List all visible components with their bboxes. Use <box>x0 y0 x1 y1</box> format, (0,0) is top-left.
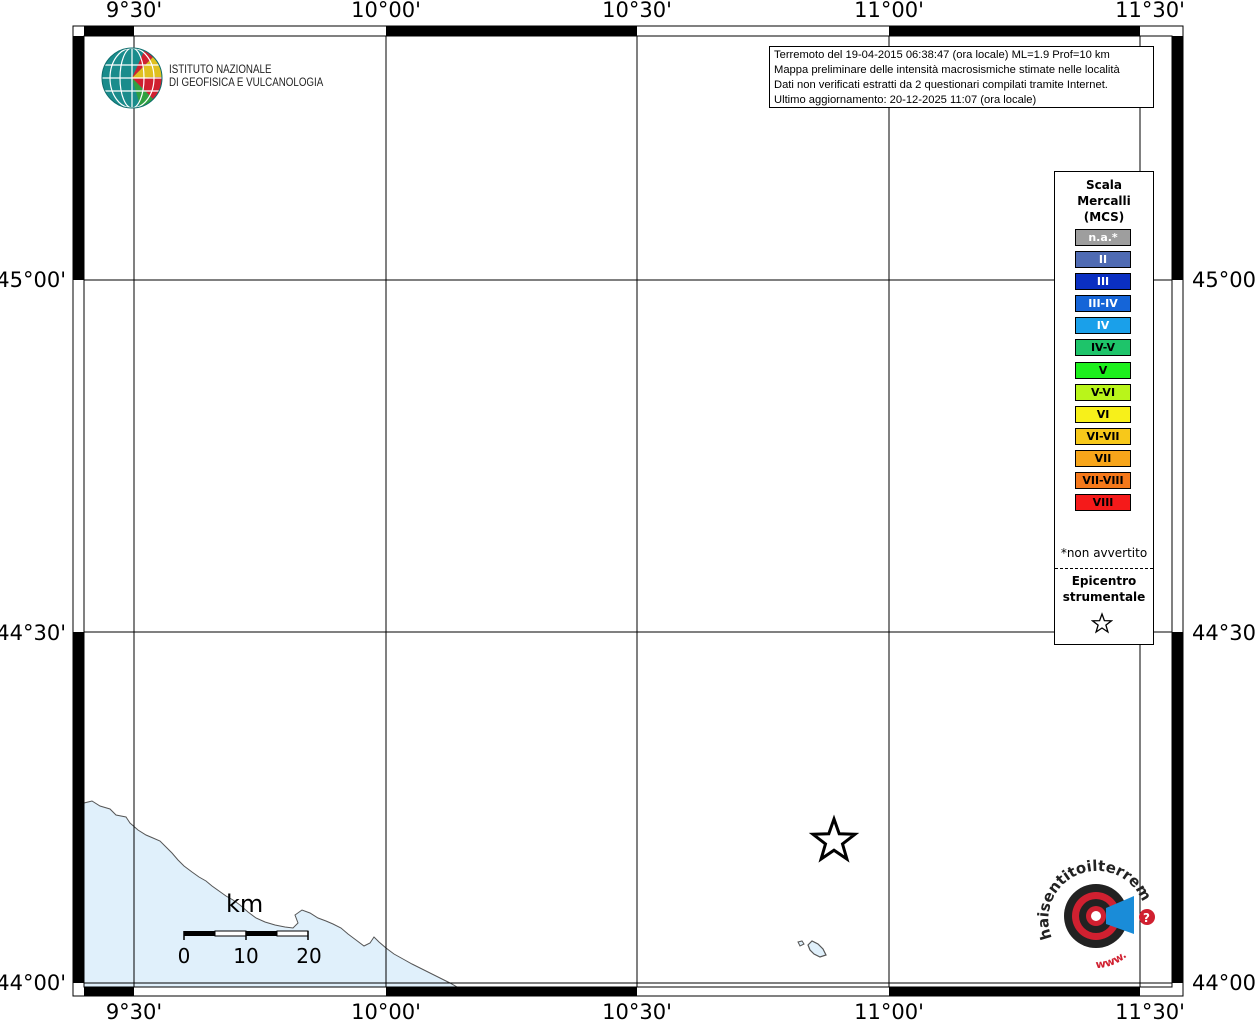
lon-label-bottom: 10°30' <box>602 1000 672 1024</box>
legend-note: *non avvertito <box>1060 546 1148 560</box>
legend-epicenter-line: strumentale <box>1062 590 1146 604</box>
lat-label-left: 45°00' <box>0 268 66 292</box>
event-info-line: Dati non verificati estratti da 2 questi… <box>774 79 1108 91</box>
lon-label-bottom: 11°30' <box>1115 1000 1185 1024</box>
legend-swatch: V-VI <box>1075 383 1131 401</box>
legend-swatch: II <box>1075 251 1131 269</box>
lon-label-bottom: 10°00' <box>351 1000 421 1024</box>
scale-bar <box>183 930 309 940</box>
scale-tick-label: 20 <box>296 944 322 968</box>
legend-swatch: IV-V <box>1075 339 1131 357</box>
legend-swatch: VII-VIII <box>1075 472 1131 490</box>
lat-label-right: 44°00' <box>1192 971 1256 995</box>
island <box>807 940 827 958</box>
lon-label-bottom: 11°00' <box>854 1000 924 1024</box>
svg-text:www.: www. <box>1095 949 1129 972</box>
legend-star-icon <box>1091 612 1113 634</box>
lat-label-left: 44°00' <box>0 971 66 995</box>
lat-label-left: 44°30' <box>0 621 66 645</box>
legend-title-line: Scala <box>1085 178 1123 192</box>
lon-label-bottom: 9°30' <box>105 1000 163 1024</box>
mcs-legend: Scala Mercalli (MCS) n.a.* II III III-IV IV I… <box>1054 171 1154 645</box>
ingv-line2: DI GEOFISICA E VULCANOLOGIA <box>169 77 324 89</box>
scale-bar-unit: km <box>226 890 264 918</box>
ingv-line1: ISTITUTO NAZIONALE <box>169 64 272 76</box>
lat-label-right: 44°30' <box>1192 621 1256 645</box>
legend-swatch: VII <box>1075 449 1131 467</box>
legend-title-line: Mercalli <box>1077 194 1131 208</box>
graticule <box>84 36 1172 987</box>
lon-label-top: 10°00' <box>351 0 421 22</box>
lon-label-top: 9°30' <box>105 0 163 22</box>
lat-label-right: 45°00' <box>1192 268 1256 292</box>
scale-tick-label: 10 <box>233 944 259 968</box>
legend-title-line: (MCS) <box>1083 210 1125 224</box>
event-info-box: Terremoto del 19-04-2015 06:38:47 (ora l… <box>769 46 1154 108</box>
legend-swatch: III-IV <box>1075 295 1131 313</box>
ingv-globe-icon <box>101 47 163 109</box>
event-info-line: Mappa preliminare delle intensità macros… <box>774 64 1120 76</box>
scale-tick-label: 0 <box>177 944 191 968</box>
legend-title: Scala Mercalli (MCS) <box>1055 177 1153 225</box>
hst-logo: haisentitoilterremoto.it www. ? <box>1034 856 1155 972</box>
lon-label-top: 10°30' <box>602 0 672 22</box>
legend-swatch: VIII <box>1075 494 1131 512</box>
lon-label-top: 11°30' <box>1115 0 1185 22</box>
frame-border <box>73 26 1183 996</box>
event-info-line: Terremoto del 19-04-2015 06:38:47 (ora l… <box>774 49 1110 61</box>
hst-logo-www: www. <box>1095 949 1129 972</box>
legend-swatch: III <box>1075 273 1131 291</box>
legend-epicenter-line: Epicentro <box>1071 574 1137 588</box>
legend-swatch: IV <box>1075 317 1131 335</box>
islet <box>797 940 805 947</box>
svg-text:?: ? <box>1143 911 1150 925</box>
legend-swatch: VI-VII <box>1075 427 1131 445</box>
legend-swatch: n.a.* <box>1075 229 1131 246</box>
lon-label-top: 11°00' <box>854 0 924 22</box>
event-info-line: Ultimo aggiornamento: 20-12-2025 11:07 (… <box>774 94 1037 106</box>
legend-swatch: VI <box>1075 405 1131 423</box>
legend-swatch: V <box>1075 361 1131 379</box>
epicenter-star <box>808 814 860 863</box>
sea-area <box>83 800 459 988</box>
legend-swatches: n.a.* II III III-IV IV IV-V V V-VI VI VI-VII VII VI… <box>1075 229 1131 516</box>
legend-epicenter-label: Epicentro strumentale <box>1055 573 1153 605</box>
ingv-logo-text: ISTITUTO NAZIONALE DI GEOFISICA E VULCAN… <box>169 64 323 90</box>
legend-separator <box>1055 568 1153 569</box>
